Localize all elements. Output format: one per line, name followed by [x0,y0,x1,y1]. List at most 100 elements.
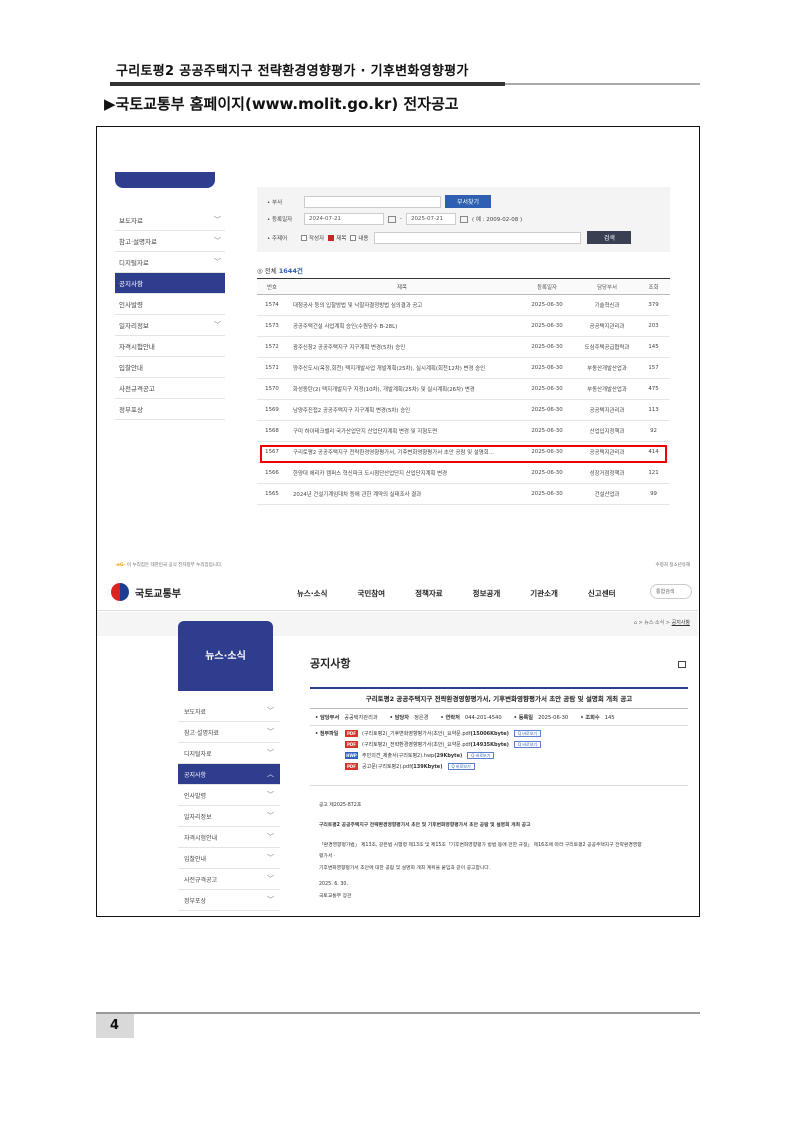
sidebar-item-label: 공지사항 [184,771,207,779]
screenshot-frame: 보도자료 ﹀ 참고·설명자료 ﹀ 디지털자료 ﹀ 공지사항 인사발령 일자리정보 ﹀ 자격시험안내 입… [96,126,700,917]
content-option-label: 내용 [358,235,369,242]
breadcrumb-path[interactable]: ⌂ > 뉴스·소식 > [634,620,670,626]
sidebar-item-label: 사전규격공고 [119,385,155,393]
sidebar-item[interactable]: 디지털자료 ﹀ [178,743,280,764]
column-header: 제목 [287,278,517,295]
attachment-name[interactable]: (구리토평2)_기후변화영향평가서(초안)_요약문.pdf [362,730,470,737]
cell-title[interactable]: 광주신창2 공공주택지구 지구계획 변경(5차) 승인 [287,336,517,358]
sidebar-item[interactable]: 입찰안내 [115,357,225,378]
sidebar-item[interactable]: 보도자료 ﹀ [178,701,280,722]
preview-button[interactable]: Q 바로보기 [513,730,542,737]
preview-button[interactable]: Q 바로보기 [447,763,475,770]
cell-no: 1566 [257,462,287,484]
cell-title[interactable]: 한양대 에리카 캠퍼스 혁신파크 도시첨단산업단지 산업단지계획 변경 [287,462,517,484]
preview-button[interactable]: Q 바로보기 [513,741,542,748]
keyword-input[interactable] [374,231,582,244]
sidebar-item-label: 입찰안내 [184,855,207,863]
cell-title[interactable]: 남양주진접2 공공주택지구 지구계획 변경(5차) 승인 [287,399,517,421]
chevron-down-icon: ﹀ [267,896,274,904]
attachment-name[interactable]: 주민의견_제출서(구리토평2).hwp [362,752,434,759]
total-count: ◎ 전체 1644건 [257,265,303,275]
gov-notice: -eG- 이 누리집은 대한민국 공식 전자정부 누리집입니다. [115,562,222,568]
table-row[interactable]: 1574 대청공사 등의 입찰방법 및 낙찰자결정방법 심의결과 공고 2025-0… [257,294,670,316]
site-logo[interactable]: 국토교통부 [111,583,181,601]
site-header: 국토교통부 뉴스·소식 국민참여 정책자료 정보공개 기관소개 신고센터 통합검색 [97,575,698,611]
sidebar-item[interactable]: 디지털자료 ﹀ [115,252,225,273]
table-row[interactable]: 1570 화성동탄(2) 택지개발지구 지정(10차), 개발계획(25차) 및 … [257,378,670,400]
calendar-icon[interactable] [388,215,396,223]
author-checkbox[interactable] [301,234,307,241]
sidebar-item[interactable]: 자격시험안내 ﹀ [178,827,280,848]
sidebar-item[interactable]: 자격시험안내 [115,336,225,357]
table-row[interactable]: 1572 광주신창2 공공주택지구 지구계획 변경(5차) 승인 2025-06-3… [257,336,670,358]
attachment-name[interactable]: 공고문(구리토평2).pdf [362,763,411,770]
subject-label: • 주제어 [267,235,288,242]
sidebar-item[interactable]: 사전규격공고 ﹀ [178,869,280,890]
title-rule [310,687,688,689]
sidebar-item-label: 자격시험안내 [119,343,155,351]
list-sidebar-menu: 보도자료 ﹀ 참고·설명자료 ﹀ 디지털자료 ﹀ 공지사항 인사발령 일자리정보 ﹀ 자격시험안내입… [115,210,225,420]
cell-title[interactable]: 양주신도시(옥정,회천) 택지개발사업 개발계획(25차), 실시계획(회천12… [287,357,517,379]
table-row[interactable]: 1571 양주신도시(옥정,회천) 택지개발사업 개발계획(25차), 실시계획(… [257,357,670,379]
nav-item[interactable]: 기관소개 [530,588,558,599]
title-option-label: 제목 [336,235,347,242]
calendar-icon[interactable] [460,215,468,223]
sidebar-item[interactable]: 인사발령 ﹀ [178,785,280,806]
content-checkbox[interactable] [350,234,357,241]
cell-date: 2025-06-30 [517,483,577,505]
sidebar-item[interactable]: 일자리정보 ﹀ [115,315,225,336]
dept-search-button[interactable]: 부서찾기 [445,195,491,208]
preview-button[interactable]: Q 바로보기 [467,752,495,759]
breadcrumb-current[interactable]: 공지사항 [672,620,690,626]
sidebar-item[interactable]: 사전규격공고 [115,378,225,399]
sidebar-item[interactable]: 정부포상 ﹀ [178,890,280,911]
chevron-down-icon: ﹀ [267,707,274,715]
sidebar-item[interactable]: 공지사항 ︿ [178,764,280,785]
table-row[interactable]: 1569 남양주진접2 공공주택지구 지구계획 변경(5차) 승인 2025-06-… [257,399,670,421]
dept-input[interactable] [304,195,441,208]
body-line: 2025. 6. 30. [319,882,348,887]
table-row[interactable]: 1565 2024년 건설기계임대차 등에 관한 계약의 실태조사 결과 2025-… [257,483,670,505]
nav-item[interactable]: 정책자료 [415,588,443,599]
sidebar-item[interactable]: 참고·설명자료 ﹀ [115,231,225,252]
cell-dept: 기술혁신과 [577,294,637,316]
date-to-input[interactable]: 2025-07-21 [406,213,456,225]
nav-item[interactable]: 정보공개 [473,588,501,599]
meta-value: 2025-06-30 [538,715,569,721]
page-title: 공지사항 [310,657,351,670]
attachments-label: • 첨부파일 [315,731,339,737]
cell-title[interactable]: 대청공사 등의 입찰방법 및 낙찰자결정방법 심의결과 공고 [287,294,517,316]
sidebar-item[interactable]: 보도자료 ﹀ [115,210,225,231]
date-label: • 등록일자 [267,217,293,223]
search-button[interactable]: 검색 [587,231,632,244]
date-from-input[interactable]: 2024-07-21 [304,213,384,225]
date-separator: - [400,216,402,222]
body-line: 「환경영향평가법」 제13조, 같은법 시행령 제13조 및 제15조「기후변화… [319,843,642,848]
sidebar-item[interactable]: 공지사항 [115,273,225,294]
cell-title[interactable]: 2024년 건설기계임대차 등에 관한 계약의 실태조사 결과 [287,483,517,505]
nav-item[interactable]: 국민참여 [357,588,385,599]
site-search-input[interactable]: 통합검색 [650,584,692,599]
print-icon[interactable] [678,661,686,668]
table-row[interactable]: 1573 공공주택건설 사업계획 승인(수원당수 B-28L) 2025-06-30… [257,315,670,337]
sidebar-item[interactable]: 정부포상 [115,399,225,420]
attachment-size: (14935Kbyte) [470,741,509,748]
cell-title[interactable]: 구미 하이테크밸리 국가산업단지 산업단지계획 변경 및 지형도면 [287,420,517,442]
cell-dept: 성장거점정책과 [577,462,637,484]
cell-title[interactable]: 공공주택건설 사업계획 승인(수원당수 B-28L) [287,315,517,337]
table-row[interactable]: 1566 한양대 에리카 캠퍼스 혁신파크 도시첨단산업단지 산업단지계획 변경 2… [257,462,670,484]
sidebar-item[interactable]: 인사발령 [115,294,225,315]
sidebar-item[interactable]: 입찰안내 ﹀ [178,848,280,869]
sidebar-item[interactable]: 참고·설명자료 ﹀ [178,722,280,743]
table-row[interactable]: 1568 구미 하이테크밸리 국가산업단지 산업단지계획 변경 및 지형도면 202… [257,420,670,442]
cell-title[interactable]: 화성동탄(2) 택지개발지구 지정(10차), 개발계획(25차) 및 실시계획… [287,378,517,400]
nav-item[interactable]: 뉴스·소식 [297,588,327,599]
title-checkbox[interactable] [328,234,335,241]
nav-item[interactable]: 신고센터 [588,588,616,599]
page-number-box: 4 [96,1014,134,1038]
footer-right-link[interactable]: 수정처 정소년유해 [655,562,690,568]
sidebar-item[interactable]: 일자리정보 ﹀ [178,806,280,827]
section-title: ▶국토교통부 홈페이지(www.molit.go.kr) 전자공고 [104,95,459,113]
notice-table: 번호 제목 등록일자 담당부서 조회 1574 대청공사 등의 입찰방법 및 낙찰자결정방… [257,278,670,505]
attachment-name[interactable]: (구리토평2)_전략환경영향평가서(초안)_요약문.pdf [362,741,470,748]
